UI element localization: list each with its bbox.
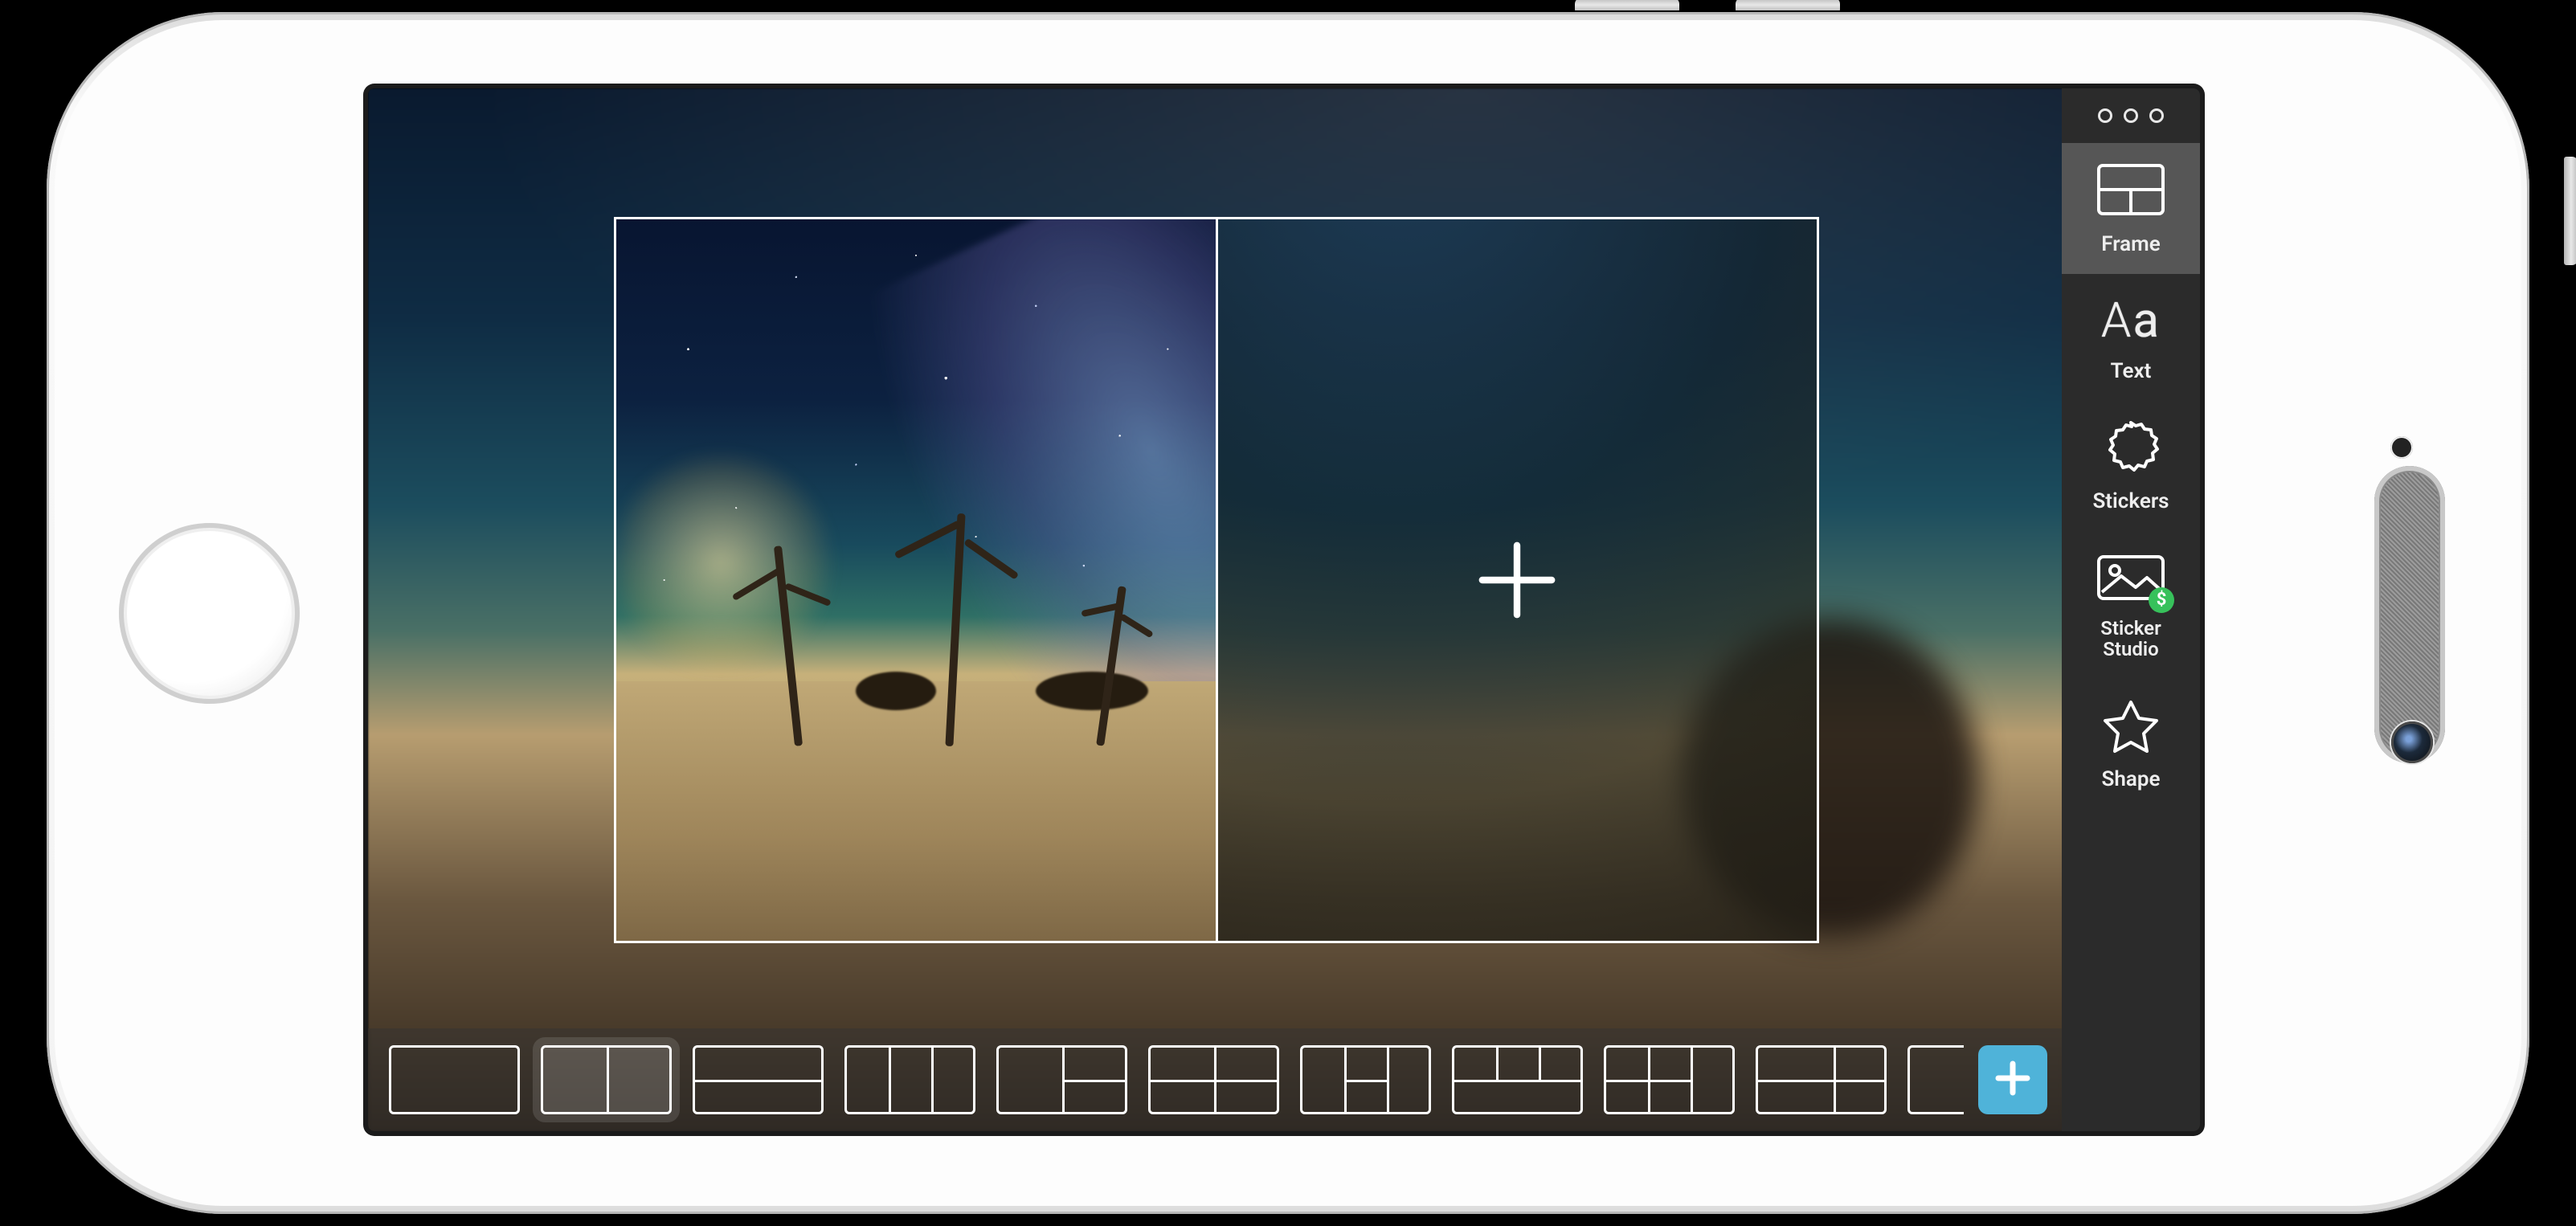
phone-frame: Frame Aa Text Stickers bbox=[47, 12, 2529, 1214]
app-root: Frame Aa Text Stickers bbox=[368, 88, 2200, 1131]
phone-power-button bbox=[2564, 157, 2576, 265]
collage-cell-2-empty[interactable] bbox=[1216, 219, 1818, 941]
sticker-studio-icon: $ bbox=[2094, 549, 2168, 607]
stickers-icon bbox=[2094, 418, 2168, 479]
tool-text-label: Text bbox=[2111, 360, 2152, 383]
plus-icon bbox=[1993, 1058, 2033, 1101]
layout-2h[interactable] bbox=[693, 1045, 824, 1114]
layout-2v[interactable] bbox=[541, 1045, 672, 1114]
layout-1x1[interactable] bbox=[389, 1045, 520, 1114]
app-screen: Frame Aa Text Stickers bbox=[368, 88, 2200, 1131]
layout-3cols-top[interactable] bbox=[1300, 1045, 1431, 1114]
tool-sticker-studio-label: Sticker Studio bbox=[2100, 618, 2161, 660]
tool-text[interactable]: Aa Text bbox=[2062, 274, 2200, 401]
phone-volume-down-button bbox=[1736, 0, 1840, 12]
text-icon: Aa bbox=[2101, 292, 2161, 349]
layout-1v-2h[interactable] bbox=[996, 1045, 1127, 1114]
tool-sidebar: Frame Aa Text Stickers bbox=[2062, 88, 2200, 1131]
phone-front-camera bbox=[2391, 721, 2433, 763]
phone-volume-up-button bbox=[1575, 0, 1679, 12]
tool-shape[interactable]: Shape bbox=[2062, 678, 2200, 809]
collage-cell-1[interactable] bbox=[616, 219, 1216, 941]
phone-home-button bbox=[119, 523, 300, 704]
tool-frame-label: Frame bbox=[2101, 233, 2160, 256]
add-layout-button[interactable] bbox=[1978, 1045, 2047, 1114]
more-dots-icon bbox=[2098, 108, 2112, 123]
collage-frame[interactable] bbox=[614, 217, 1819, 943]
tool-shape-label: Shape bbox=[2102, 768, 2161, 791]
layout-top-3bottom[interactable] bbox=[1452, 1045, 1583, 1114]
frame-icon bbox=[2094, 161, 2168, 222]
tool-frame[interactable]: Frame bbox=[2062, 143, 2200, 274]
paid-badge-icon: $ bbox=[2149, 587, 2174, 613]
more-menu-button[interactable] bbox=[2062, 88, 2200, 143]
collage-cell-1-image bbox=[616, 219, 1216, 941]
shape-icon bbox=[2094, 696, 2168, 757]
layout-3v[interactable] bbox=[844, 1045, 975, 1114]
tool-sticker-studio[interactable]: $ Sticker Studio bbox=[2062, 531, 2200, 678]
layout-2x2[interactable] bbox=[1148, 1045, 1279, 1114]
layout-tray[interactable] bbox=[368, 1028, 2062, 1131]
layout-more-peek[interactable] bbox=[1907, 1045, 1964, 1114]
phone-sensor bbox=[2390, 436, 2413, 459]
canvas-area[interactable] bbox=[368, 88, 2062, 1131]
layout-2x2-shifted[interactable] bbox=[1756, 1045, 1887, 1114]
phone-speaker bbox=[2374, 466, 2445, 763]
add-photo-icon[interactable] bbox=[1469, 532, 1565, 628]
tool-stickers-label: Stickers bbox=[2092, 490, 2169, 513]
tool-stickers[interactable]: Stickers bbox=[2062, 400, 2200, 531]
layout-3v-middle-split[interactable] bbox=[1604, 1045, 1735, 1114]
